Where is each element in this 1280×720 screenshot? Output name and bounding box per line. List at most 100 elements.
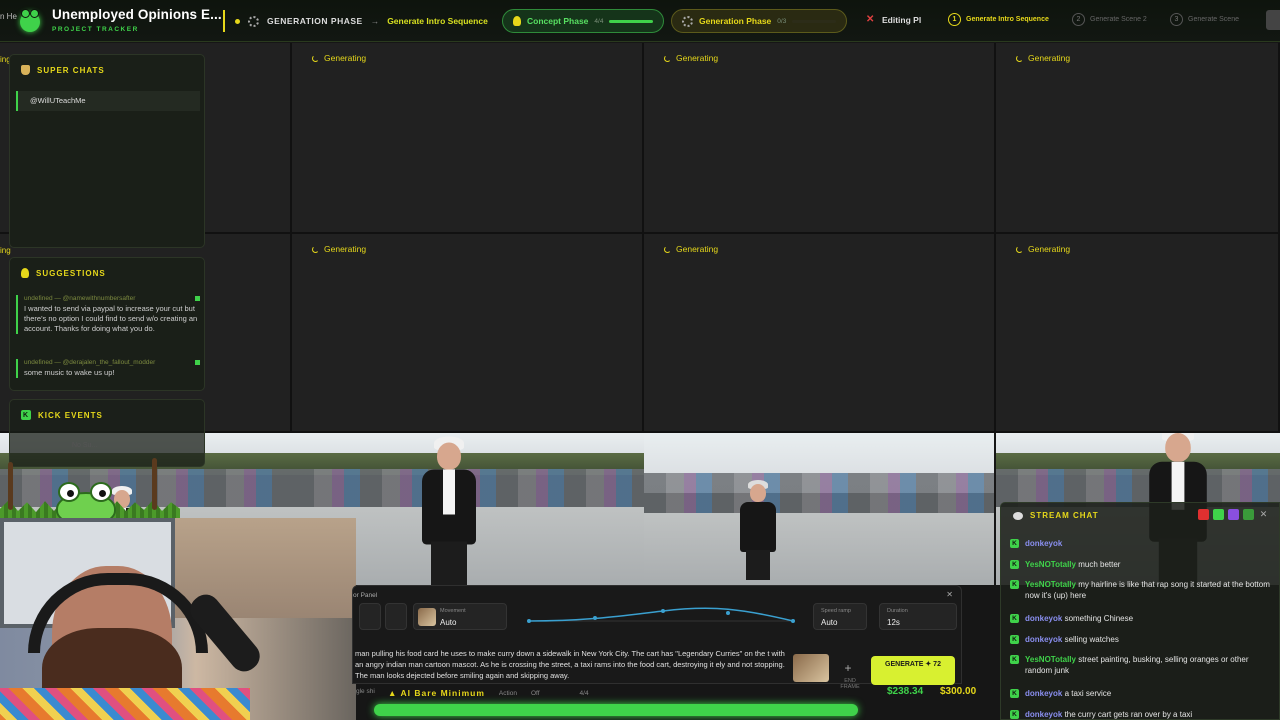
twitch-icon[interactable] <box>1228 509 1239 520</box>
editing-phase[interactable]: ✕ Editing Pl <box>866 14 922 26</box>
suggestion-author: undefined — @namewithnumbersafter <box>24 295 136 302</box>
prompt-description[interactable]: man pulling his food card he uses to mak… <box>355 648 791 681</box>
speed-ramp-label: Speed ramp <box>821 608 851 614</box>
chat-username[interactable]: donkeyok <box>1025 539 1062 548</box>
phase-step: Generate Intro Sequence <box>387 16 488 26</box>
kick-badge-icon: K <box>1010 580 1019 589</box>
top-bar: n He Unemployed Opinions E... PROJECT TR… <box>0 0 1280 42</box>
suggestion-item[interactable]: undefined — @namewithnumbersafter I want… <box>16 295 200 334</box>
close-icon[interactable]: ✕ <box>946 590 953 599</box>
step-label: Generate Scene 2 <box>1090 16 1147 23</box>
step-number: 2 <box>1072 13 1085 26</box>
stream-chat-panel: STREAM CHAT ✕ Kdonkeyok K YesNOTotally mu… <box>1000 502 1280 720</box>
close-icon[interactable]: ✕ <box>1258 509 1269 520</box>
spinner-icon <box>312 245 319 253</box>
step-number: 1 <box>948 13 961 26</box>
chat-message: K YesNOTotally my hairline is like that r… <box>1010 579 1272 601</box>
step-3[interactable]: 3 Generate Scene <box>1170 13 1239 26</box>
generation-phase-pill[interactable]: Generation Phase 0/3 <box>671 9 847 33</box>
concept-phase-count: 4/4 <box>594 17 604 25</box>
generating-status: Generating <box>312 244 366 254</box>
chat-text: selling watches <box>1062 635 1119 644</box>
kick-badge-icon: K <box>1010 710 1019 719</box>
status-dot-icon <box>235 18 240 24</box>
arrow-icon: → <box>370 16 380 26</box>
chat-body: YesNOTotally street painting, busking, s… <box>1025 654 1272 676</box>
spinner-icon <box>1016 54 1023 62</box>
hammer-icon: ✕ <box>866 14 875 25</box>
chat-username[interactable]: YesNOTotally <box>1025 580 1076 589</box>
super-chats-panel: SUPER CHATS @WillUTeachMe <box>9 54 205 248</box>
lightbulb-icon <box>21 268 29 278</box>
chat-message: Kdonkeyok <box>1010 538 1272 549</box>
chat-username[interactable]: donkeyok <box>1025 710 1062 719</box>
editing-label: Editing Pl <box>882 15 922 25</box>
step-1[interactable]: 1 Generate Intro Sequence <box>948 13 1049 26</box>
panel-header: SUPER CHATS <box>21 65 105 75</box>
control-slot[interactable] <box>359 603 381 630</box>
generating-status: Generating <box>664 53 718 63</box>
cattail-decoration <box>8 462 13 510</box>
movement-select[interactable]: Movement Auto <box>413 603 507 630</box>
gear-icon <box>248 15 259 27</box>
youtube-icon[interactable] <box>1198 509 1209 520</box>
bottom-fragment: gle shi <box>356 688 375 695</box>
chat-message: Kdonkeyok the curry cart gets ran over b… <box>1010 709 1272 720</box>
grid-cell: Generating <box>292 43 644 234</box>
panel-header: SUGGESTIONS <box>21 268 106 278</box>
chat-text: the curry cart gets ran over by a taxi <box>1062 710 1193 719</box>
chat-body: YesNOTotally much better <box>1025 559 1120 570</box>
generating-status: Generating <box>664 244 718 254</box>
generation-phase-label: Generation Phase <box>699 16 772 26</box>
chat-body: YesNOTotally my hairline is like that ra… <box>1025 579 1272 601</box>
concept-phase-label: Concept Phase <box>527 16 589 26</box>
chat-username[interactable]: YesNOTotally <box>1025 560 1076 569</box>
start-frame-thumbnail[interactable] <box>793 654 829 682</box>
kick-badge-icon: K <box>1010 614 1019 623</box>
video-thumbnail[interactable] <box>644 433 994 585</box>
generate-button[interactable]: GENERATE ✦ 72 <box>871 656 955 685</box>
control-slot[interactable] <box>385 603 407 630</box>
platform-icons: ✕ <box>1198 509 1269 520</box>
chat-username[interactable]: donkeyok <box>1025 635 1062 644</box>
chat-message: K YesNOTotally much better <box>1010 559 1272 570</box>
super-chat-entry[interactable]: @WillUTeachMe <box>16 91 200 111</box>
suggestion-meta: undefined — @namewithnumbersafter <box>24 295 200 302</box>
speed-curve-graph[interactable] <box>523 603 805 630</box>
concept-phase-pill[interactable]: Concept Phase 4/4 <box>502 9 664 33</box>
chat-username[interactable]: donkeyok <box>1025 614 1062 623</box>
chat-body: donkeyok something Chinese <box>1025 613 1133 624</box>
speed-ramp-select[interactable]: Speed ramp Auto <box>813 603 867 630</box>
status-text: Generating <box>676 244 719 254</box>
kick-icon[interactable] <box>1213 509 1224 520</box>
kick-badge-icon: K <box>1010 655 1019 664</box>
spinner-icon <box>664 54 671 62</box>
duration-label: Duration <box>887 608 908 614</box>
bottom-info-row: gle shi ▲ AI Bare Minimum Action Off 4/4 <box>356 688 589 698</box>
project-title[interactable]: Unemployed Opinions E... <box>52 7 222 22</box>
chat-text: a taxi service <box>1062 689 1112 698</box>
generation-progress-bar <box>792 19 836 23</box>
kick-badge-icon <box>195 296 200 301</box>
man-figure <box>736 480 780 580</box>
kick-badge-icon: K <box>1010 539 1019 548</box>
status-text: Generating <box>676 53 719 63</box>
chat-username[interactable]: YesNOTotally <box>1025 655 1076 664</box>
prompt-panel: or Panel ✕ Movement Auto Speed ramp Auto… <box>352 585 962 690</box>
add-end-frame-button[interactable]: + <box>840 660 856 676</box>
other-platform-icon[interactable] <box>1243 509 1254 520</box>
duration-field[interactable]: Duration 12s <box>879 603 957 630</box>
grid-cell: Generating <box>644 234 996 433</box>
chat-bubble-icon <box>1013 511 1023 520</box>
suggestion-item[interactable]: undefined — @derajalen_the_fallout_modde… <box>16 359 200 378</box>
step-2[interactable]: 2 Generate Scene 2 <box>1072 13 1147 26</box>
grid-cell: Generating <box>996 43 1280 234</box>
chat-message: Kdonkeyok selling watches <box>1010 634 1272 645</box>
frog-logo-icon <box>20 9 40 32</box>
flame-icon: ▲ <box>388 688 401 698</box>
spinner-icon <box>1016 245 1023 253</box>
chat-username[interactable]: donkeyok <box>1025 689 1062 698</box>
movement-thumbnail <box>418 608 436 626</box>
kick-icon: K <box>21 410 31 420</box>
kick-badge-icon <box>195 360 200 365</box>
